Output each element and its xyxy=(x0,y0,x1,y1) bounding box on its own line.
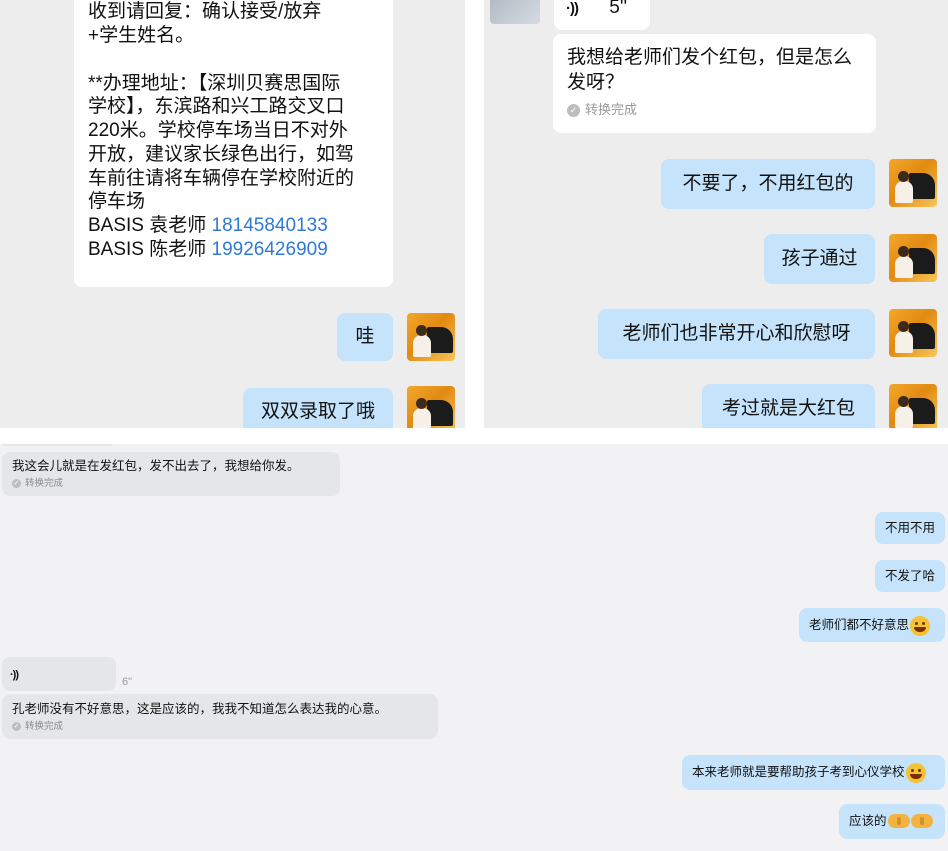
received-message-bubble[interactable]: 孔老师没有不好意思，这是应该的，我我不知道怎么表达我的心意。 ✓ 转换完成 xyxy=(2,694,438,739)
chat-panel-left: 收到请回复：确认接受/放弃 +学生姓名。 **办理地址：【深圳贝赛思国际 学校】… xyxy=(0,0,465,428)
avatar[interactable] xyxy=(889,234,937,282)
avatar-head xyxy=(898,321,909,332)
avatar-head xyxy=(898,396,909,407)
crying-laughing-emoji-icon xyxy=(910,615,931,636)
received-message-bubble[interactable]: 我这会儿就是在发红包，发不出去了，我想给你发。 ✓ 转换完成 xyxy=(2,452,340,496)
avatar-head xyxy=(898,171,909,182)
sent-message-bubble[interactable]: 不发了哈 xyxy=(875,560,945,592)
notice-line: 220米。学校停车场当日不对外 xyxy=(88,120,348,141)
avatar-head xyxy=(898,246,909,257)
avatar-figure xyxy=(413,335,431,357)
avatar[interactable] xyxy=(889,384,937,428)
avatar-head xyxy=(416,398,427,409)
contact-name: BASIS 袁老师 xyxy=(88,215,212,236)
message-text: 我这会儿就是在发红包，发不出去了，我想给你发。 xyxy=(12,459,300,473)
sent-message-bubble[interactable]: 考过就是大红包 xyxy=(702,384,875,428)
notice-message-bubble[interactable]: 收到请回复：确认接受/放弃 +学生姓名。 **办理地址：【深圳贝赛思国际 学校】… xyxy=(74,0,393,287)
notice-line: 开放，建议家长绿色出行，如驾 xyxy=(88,143,355,165)
sent-message-bubble[interactable]: 老师们都不好意思 xyxy=(799,608,945,642)
conversion-label: 转换完成 xyxy=(585,102,638,118)
conversion-label: 转换完成 xyxy=(25,477,64,489)
sent-message-bubble[interactable]: 不要了，不用红包的 xyxy=(661,159,875,209)
message-text: 孩子通过 xyxy=(781,248,858,269)
conversion-status: ✓ 转换完成 xyxy=(12,721,428,733)
voice-message-bubble[interactable]: ·)) 5'' xyxy=(554,0,650,30)
sent-message-bubble[interactable]: 哇 xyxy=(337,313,393,361)
phone-link[interactable]: 19926426909 xyxy=(212,239,328,260)
conversion-status: ✓ 转换完成 xyxy=(567,102,862,118)
message-text: 双双录取了哦 xyxy=(260,401,375,422)
sent-message-bubble[interactable]: 双双录取了哦 xyxy=(243,388,393,428)
message-text: 本来老师就是要帮助孩子考到心仪学校 xyxy=(692,765,905,779)
contact-avatar-blurred xyxy=(490,0,540,24)
notice-line: **办理地址：【深圳贝赛思国际 xyxy=(88,72,341,94)
notice-line: +学生姓名。 xyxy=(88,24,195,46)
avatar[interactable] xyxy=(889,309,937,357)
avatar[interactable] xyxy=(889,159,937,207)
avatar-head xyxy=(416,325,427,336)
conversion-label: 转换完成 xyxy=(25,720,64,732)
message-text: 老师们也非常开心和欣慰呀 xyxy=(622,323,851,344)
conversion-status: ✓ 转换完成 xyxy=(12,478,330,490)
sent-message-bubble[interactable]: 不用不用 xyxy=(875,512,945,544)
received-message-bubble[interactable]: 我想给老师们发个红包，但是怎么发呀？ ✓ 转换完成 xyxy=(553,34,876,133)
message-text: 孔老师没有不好意思，这是应该的，我我不知道怎么表达我的心意。 xyxy=(12,702,388,716)
message-text: 不用不用 xyxy=(884,521,935,535)
contact-line: BASIS 陈老师 19926426909 xyxy=(88,238,379,262)
handshake-emoji-icon xyxy=(910,813,933,828)
message-text: 我想给老师们发个红包，但是怎么发呀？ xyxy=(567,47,853,93)
contact-name: BASIS 陈老师 xyxy=(88,238,212,260)
notice-line: 车前往请将车辆停在学校附近的 xyxy=(88,167,355,189)
phone-link[interactable]: 18145840133 xyxy=(212,215,328,236)
notice-line-blank xyxy=(88,48,379,72)
check-icon: ✓ xyxy=(567,104,580,117)
notice-line: 学校】，东滨路和兴工路交叉口 xyxy=(88,96,345,118)
message-text: 不要了，不用红包的 xyxy=(682,173,854,194)
check-icon: ✓ xyxy=(12,722,21,732)
check-icon: ✓ xyxy=(12,479,21,489)
sent-message-bubble[interactable]: 应该的 xyxy=(839,804,945,839)
avatar[interactable] xyxy=(407,313,455,361)
avatar[interactable] xyxy=(407,386,455,428)
voice-icon: ·)) xyxy=(10,669,19,681)
sent-message-bubble[interactable]: 孩子通过 xyxy=(764,234,875,284)
sent-message-bubble[interactable]: 老师们也非常开心和欣慰呀 xyxy=(598,309,875,359)
notice-line: 停车场 xyxy=(88,191,146,213)
avatar-figure xyxy=(895,406,913,428)
previous-message-edge xyxy=(0,444,115,446)
voice-duration: 5'' xyxy=(609,0,628,18)
sent-message-bubble[interactable]: 本来老师就是要帮助孩子考到心仪学校 xyxy=(682,755,945,790)
chat-panel-bottom: 我这会儿就是在发红包，发不出去了，我想给你发。 ✓ 转换完成 不用不用 不发了哈… xyxy=(0,444,948,851)
voice-duration: 6" xyxy=(122,676,133,688)
message-text: 考过就是大红包 xyxy=(721,398,855,419)
avatar-figure xyxy=(895,256,913,278)
message-text: 哇 xyxy=(355,326,375,347)
avatar-figure xyxy=(413,408,431,428)
avatar-figure xyxy=(895,331,913,353)
handshake-emoji-icon xyxy=(887,813,910,828)
message-text: 老师们都不好意思 xyxy=(809,618,910,632)
message-text: 不发了哈 xyxy=(884,569,935,583)
chat-panel-right: ·)) 5'' 我想给老师们发个红包，但是怎么发呀？ ✓ 转换完成 不要了，不用… xyxy=(484,0,948,428)
voice-icon: ·)) xyxy=(566,0,579,17)
message-text: 应该的 xyxy=(849,814,887,828)
voice-message-bubble[interactable]: ·)) xyxy=(2,657,116,691)
contact-line: BASIS 袁老师 18145840133 xyxy=(88,214,379,238)
avatar-figure xyxy=(895,181,913,203)
notice-line: 收到请回复：确认接受/放弃 xyxy=(88,1,322,22)
grinning-emoji-icon xyxy=(905,762,926,783)
